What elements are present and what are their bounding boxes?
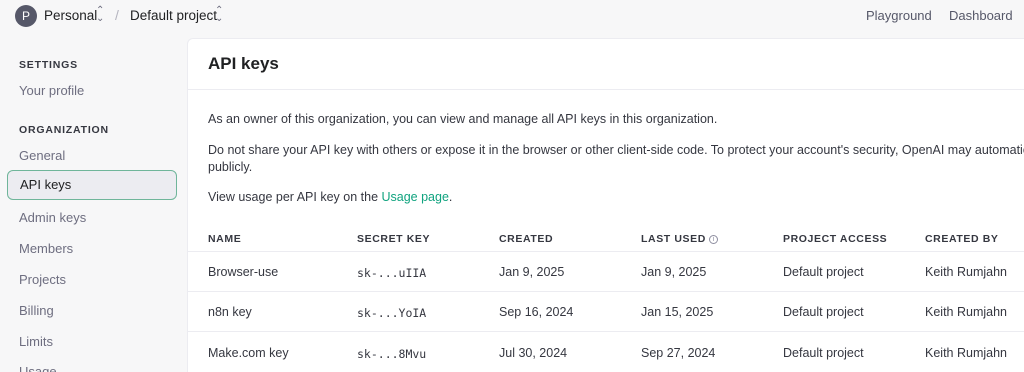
dashboard-link[interactable]: Dashboard [949, 8, 1013, 23]
row-2-secret-key: sk-...YoIA [357, 306, 427, 320]
chevron-up-down-icon[interactable]: ⌃ ⌄ [215, 6, 223, 24]
playground-link[interactable]: Playground [866, 8, 932, 23]
row-2-project-access: Default project [783, 305, 864, 319]
column-header-name[interactable]: NAME [208, 233, 241, 245]
sidebar-item-members[interactable]: Members [19, 241, 73, 256]
column-header-project-access[interactable]: PROJECT ACCESS [783, 233, 887, 245]
project-switcher[interactable]: Default project [130, 8, 217, 23]
row-2-last-used: Jan 15, 2025 [641, 305, 714, 319]
row-3-project-access: Default project [783, 346, 864, 360]
row-1-name: Browser-use [208, 265, 279, 279]
sidebar-item-usage[interactable]: Usage [19, 364, 57, 372]
row-2-created-by: Keith Rumjahn [925, 305, 1007, 319]
row-divider [188, 291, 1024, 292]
divider [188, 89, 1024, 90]
column-header-created[interactable]: CREATED [499, 233, 553, 245]
row-2-created: Sep 16, 2024 [499, 305, 574, 319]
org-switcher[interactable]: Personal [44, 8, 97, 23]
info-icon[interactable]: i [708, 235, 718, 244]
row-1-secret-key: sk-...uIIA [357, 266, 427, 280]
page-title: API keys [208, 54, 279, 73]
settings-section-title: SETTINGS [19, 59, 78, 71]
column-header-secret-key[interactable]: SECRET KEY [357, 233, 430, 245]
sidebar-item-api-keys[interactable]: API keys [7, 170, 177, 200]
row-2-name: n8n key [208, 305, 252, 319]
column-header-created-by[interactable]: CREATED BY [925, 233, 998, 245]
security-warning-line-1: Do not share your API key with others or… [208, 143, 1024, 157]
security-warning-line-2: publicly. [208, 160, 253, 174]
usage-notice: View usage per API key on the Usage page… [208, 189, 452, 206]
row-divider [188, 331, 1024, 332]
top-bar: P Personal ⌃ ⌄ / Default project ⌃ ⌄ Playg… [0, 0, 1024, 38]
organization-section-title: ORGANIZATION [19, 124, 109, 136]
sidebar-item-your-profile[interactable]: Your profile [19, 83, 84, 98]
usage-notice-suffix: . [448, 190, 453, 204]
row-1-created: Jan 9, 2025 [499, 265, 565, 279]
row-3-secret-key: sk-...8Mvu [357, 347, 427, 361]
main-panel: API keys As an owner of this organizatio… [187, 38, 1024, 372]
usage-notice-prefix: View usage per API key on the [208, 190, 382, 204]
column-header-last-used[interactable]: LAST USED i [641, 233, 718, 245]
row-divider [188, 251, 1024, 252]
row-1-project-access: Default project [783, 265, 864, 279]
sidebar-item-billing[interactable]: Billing [19, 303, 54, 318]
breadcrumb-separator: / [115, 7, 119, 23]
sidebar-item-limits[interactable]: Limits [19, 334, 53, 349]
row-1-created-by: Keith Rumjahn [925, 265, 1007, 279]
ownership-notice: As an owner of this organization, you ca… [208, 112, 718, 126]
avatar[interactable]: P [15, 5, 37, 27]
sidebar-item-general[interactable]: General [19, 148, 65, 163]
sidebar-item-projects[interactable]: Projects [19, 272, 66, 287]
column-header-last-used-label: LAST USED [641, 233, 706, 245]
sidebar-item-admin-keys[interactable]: Admin keys [19, 210, 86, 225]
chevron-up-down-icon[interactable]: ⌃ ⌄ [96, 6, 104, 24]
row-3-created: Jul 30, 2024 [499, 346, 568, 360]
usage-page-link[interactable]: Usage page [382, 190, 449, 204]
row-3-last-used: Sep 27, 2024 [641, 346, 716, 360]
sidebar: SETTINGS Your profile ORGANIZATION Gener… [0, 38, 186, 372]
row-1-last-used: Jan 9, 2025 [641, 265, 707, 279]
row-3-name: Make.com key [208, 346, 289, 360]
row-3-created-by: Keith Rumjahn [925, 346, 1007, 360]
